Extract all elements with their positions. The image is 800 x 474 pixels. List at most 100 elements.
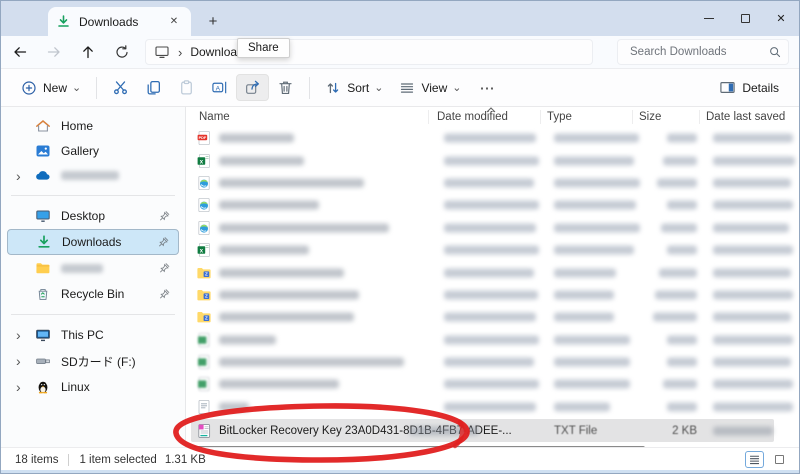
sidebar-item-this-pc[interactable]: › This PC <box>7 322 179 348</box>
svg-text:PDF: PDF <box>199 136 207 140</box>
search-icon <box>768 45 782 59</box>
sidebar-item-blurred[interactable]: › <box>7 163 179 188</box>
maximize-button[interactable] <box>727 1 763 36</box>
blurred-type-text <box>554 268 616 278</box>
back-icon <box>14 47 27 57</box>
column-header-name[interactable]: Name <box>186 110 429 124</box>
file-row-blurred[interactable]: Z <box>186 306 799 328</box>
file-row-blurred[interactable] <box>186 172 799 194</box>
file-row-blurred[interactable] <box>186 373 799 395</box>
notepad-file-icon <box>196 423 212 439</box>
delete-button[interactable] <box>269 74 302 101</box>
blurred-date-text <box>444 312 536 322</box>
blurred-label <box>61 171 119 180</box>
up-button[interactable] <box>73 39 103 65</box>
file-row-blurred[interactable] <box>186 194 799 216</box>
blurred-size-text <box>657 178 697 188</box>
file-row-blurred[interactable] <box>186 351 799 373</box>
this-pc-breadcrumb-icon <box>154 44 170 60</box>
more-options-button[interactable]: ⋯ <box>469 77 505 99</box>
sidebar-item-gallery[interactable]: Gallery <box>7 138 179 163</box>
new-button[interactable]: New ⌄ <box>13 75 89 101</box>
blurred-label <box>61 263 103 273</box>
blurred-saved-text <box>713 357 791 367</box>
paste-button[interactable] <box>170 74 203 101</box>
refresh-button[interactable] <box>107 39 137 65</box>
desktop-monitor-icon <box>35 208 51 224</box>
sidebar-item-home[interactable]: Home <box>7 113 179 138</box>
blurred-size-text <box>663 379 697 389</box>
selected-file-size: 2 KB <box>672 424 697 437</box>
share-button[interactable] <box>236 74 270 101</box>
details-view-toggle[interactable] <box>745 451 764 468</box>
cut-icon <box>114 81 128 95</box>
usb-drive-icon <box>35 353 51 369</box>
view-button[interactable]: View ⌄ <box>391 75 469 101</box>
tab-close-icon[interactable]: ✕ <box>165 13 183 31</box>
thumbnail-view-toggle[interactable] <box>770 451 789 468</box>
sidebar-item-label: Linux <box>61 380 90 394</box>
new-label: New <box>43 80 68 95</box>
file-row-blurred[interactable]: Z <box>186 261 799 283</box>
svg-text:Z: Z <box>205 271 208 276</box>
blurred-saved-text <box>713 402 793 412</box>
tab-downloads[interactable]: Downloads ✕ <box>48 7 191 36</box>
sidebar-item-downloads[interactable]: Downloads <box>7 229 179 255</box>
file-row-blurred[interactable]: Z <box>186 284 799 306</box>
new-tab-button[interactable]: + <box>202 10 224 32</box>
share-tooltip: Share <box>237 38 290 58</box>
sidebar-item-blurred[interactable] <box>7 255 179 281</box>
forward-button[interactable] <box>39 39 69 65</box>
zip-folder-icon: Z <box>196 287 212 303</box>
chevron-right-icon[interactable]: › <box>16 354 21 368</box>
cut-button[interactable] <box>104 74 137 101</box>
toolbar-divider <box>96 76 98 99</box>
status-bar: 18 items 1 item selected 1.31 KB <box>1 447 799 473</box>
view-label: View <box>421 80 448 95</box>
file-row-blurred[interactable] <box>186 217 799 239</box>
sidebar-item-desktop[interactable]: Desktop <box>7 203 179 229</box>
blurred-name-text <box>219 402 249 412</box>
selected-file-row[interactable]: BitLocker Recovery Key 23A0D431-8D1B-4FB… <box>191 419 774 442</box>
minimize-button[interactable] <box>691 1 727 36</box>
file-list-area: Name Date modified Type Size Date last s… <box>186 107 799 450</box>
chevron-right-icon[interactable]: › <box>16 380 21 394</box>
blurred-date-text <box>444 357 534 367</box>
green-doc-icon <box>196 354 212 370</box>
svg-text:A: A <box>216 85 221 92</box>
chevron-right-icon[interactable]: › <box>16 169 21 183</box>
sidebar-item-sd-f[interactable]: › SDカード (F:) <box>7 348 179 374</box>
file-row-blurred[interactable] <box>186 396 799 418</box>
paste-icon <box>181 80 193 95</box>
sort-label: Sort <box>347 80 370 95</box>
details-pane-button[interactable]: Details <box>711 74 787 101</box>
blurred-saved-text <box>713 312 791 322</box>
column-header-type[interactable]: Type <box>541 110 633 124</box>
sidebar-divider <box>11 314 175 315</box>
chevron-right-icon[interactable]: › <box>16 328 21 342</box>
blurred-type-text <box>554 290 614 300</box>
column-header-date-modified[interactable]: Date modified <box>429 110 541 124</box>
sort-button[interactable]: Sort ⌄ <box>317 75 391 101</box>
file-row-blurred[interactable]: x <box>186 149 799 171</box>
search-box <box>617 39 789 65</box>
excel-file-icon: x <box>196 242 212 258</box>
sidebar-item-linux[interactable]: › Linux <box>7 374 179 400</box>
rename-button[interactable]: A <box>203 74 236 101</box>
search-input[interactable] <box>628 45 768 59</box>
file-row-blurred[interactable]: x <box>186 239 799 261</box>
forward-icon <box>47 47 60 57</box>
blurred-saved-text <box>713 200 793 210</box>
close-button[interactable]: ✕ <box>763 1 799 36</box>
back-button[interactable] <box>5 39 35 65</box>
file-row-blurred[interactable] <box>186 329 799 351</box>
copy-button[interactable] <box>137 74 170 101</box>
column-header-date-last-saved[interactable]: Date last saved <box>700 110 793 124</box>
address-bar[interactable]: › Downloads › <box>145 39 593 65</box>
content-area: Home Gallery › Desktop Downloads Recycle Bin ›… <box>1 107 799 450</box>
gallery-icon <box>35 143 51 159</box>
sidebar-item-recycle-bin[interactable]: Recycle Bin <box>7 281 179 307</box>
file-row-blurred[interactable]: PDF <box>186 127 799 149</box>
column-header-size[interactable]: Size <box>633 110 700 124</box>
sidebar-divider <box>11 195 175 196</box>
